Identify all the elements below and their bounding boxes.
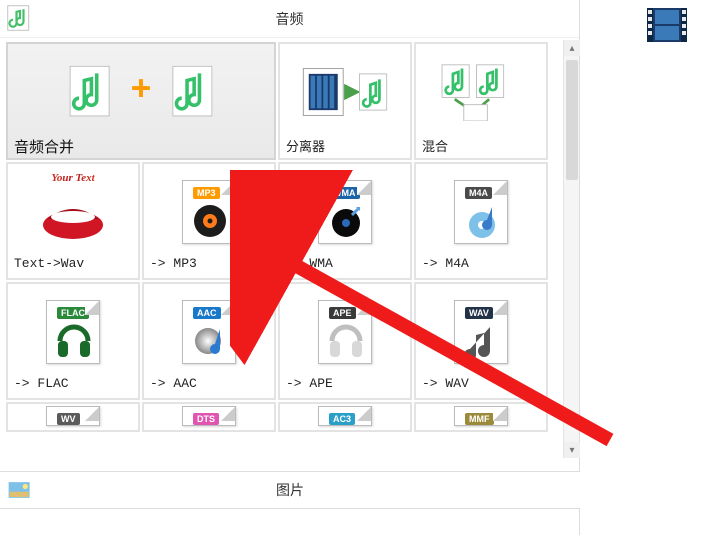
ape-icon: APE bbox=[286, 288, 404, 376]
format-badge: WMA bbox=[329, 187, 360, 199]
music-note-icon bbox=[6, 4, 34, 32]
video-category-icon[interactable] bbox=[645, 6, 689, 44]
format-badge: APE bbox=[329, 307, 356, 319]
aac-icon: AAC bbox=[150, 288, 268, 376]
tile-to-wv[interactable]: WV bbox=[6, 402, 140, 432]
format-badge: MP3 bbox=[193, 187, 220, 199]
flac-icon: FLAC bbox=[14, 288, 132, 376]
svg-text:+: + bbox=[131, 68, 152, 108]
tile-to-m4a[interactable]: M4A -> M4A bbox=[414, 162, 548, 280]
your-text-label: Your Text bbox=[14, 172, 132, 184]
scroll-down-arrow-icon[interactable]: ▾ bbox=[564, 442, 580, 458]
tile-to-wav[interactable]: WAV -> WAV bbox=[414, 282, 548, 400]
audio-section-title: 音频 bbox=[276, 9, 304, 29]
mix-icon bbox=[422, 48, 540, 136]
scrollbar[interactable]: ▴ ▾ bbox=[563, 40, 579, 458]
tile-to-aac[interactable]: AAC -> AAC bbox=[142, 282, 276, 400]
tile-to-ac3[interactable]: AC3 bbox=[278, 402, 412, 432]
tile-to-mmf[interactable]: MMF bbox=[414, 402, 548, 432]
tile-splitter[interactable]: 分离器 bbox=[278, 42, 412, 160]
pictures-section-header[interactable]: 图片 bbox=[0, 471, 580, 509]
format-badge: MMF bbox=[465, 413, 494, 425]
tile-label: Text->Wav bbox=[14, 256, 132, 274]
audio-grid-wrap: + 音频合并 bbox=[0, 38, 579, 458]
tile-to-mp3[interactable]: MP3 -> MP3 bbox=[142, 162, 276, 280]
scroll-thumb[interactable] bbox=[566, 60, 578, 180]
tile-mix[interactable]: 混合 bbox=[414, 42, 548, 160]
text2wav-icon: Your Text bbox=[14, 168, 132, 256]
tile-label: -> WMA bbox=[286, 256, 404, 274]
tile-label: -> AAC bbox=[150, 376, 268, 394]
tile-audio-merge[interactable]: + 音频合并 bbox=[6, 42, 276, 160]
format-badge: AAC bbox=[193, 307, 221, 319]
tile-to-wma[interactable]: WMA -> WMA bbox=[278, 162, 412, 280]
tile-label: 音频合并 bbox=[14, 136, 268, 154]
pictures-section-title: 图片 bbox=[276, 480, 304, 500]
wav-icon: WAV bbox=[422, 288, 540, 376]
format-badge: FLAC bbox=[57, 307, 89, 319]
main-panel: 音频 + bbox=[0, 0, 580, 535]
splitter-icon bbox=[286, 48, 404, 136]
tile-label: -> M4A bbox=[422, 256, 540, 274]
tile-label: 混合 bbox=[422, 136, 540, 154]
tile-to-dts[interactable]: DTS bbox=[142, 402, 276, 432]
mp3-icon: MP3 bbox=[150, 168, 268, 256]
merge-icon: + bbox=[14, 48, 268, 136]
scroll-up-arrow-icon[interactable]: ▴ bbox=[564, 40, 580, 56]
format-badge: DTS bbox=[193, 413, 219, 425]
tile-text-to-wav[interactable]: Your Text Text->Wav bbox=[6, 162, 140, 280]
tile-label: -> WAV bbox=[422, 376, 540, 394]
format-badge: WV bbox=[57, 413, 80, 425]
m4a-icon: M4A bbox=[422, 168, 540, 256]
tile-to-flac[interactable]: FLAC -> FLAC bbox=[6, 282, 140, 400]
format-badge: AC3 bbox=[329, 413, 355, 425]
picture-icon bbox=[6, 476, 34, 504]
format-badge: WAV bbox=[465, 307, 493, 319]
tile-label: -> MP3 bbox=[150, 256, 268, 274]
audio-grid: + 音频合并 bbox=[0, 38, 579, 458]
tile-to-ape[interactable]: APE -> APE bbox=[278, 282, 412, 400]
tile-label: -> FLAC bbox=[14, 376, 132, 394]
wma-icon: WMA bbox=[286, 168, 404, 256]
format-badge: M4A bbox=[465, 187, 492, 199]
tile-label: 分离器 bbox=[286, 136, 404, 154]
audio-section-header[interactable]: 音频 bbox=[0, 0, 579, 38]
tile-label: -> APE bbox=[286, 376, 404, 394]
